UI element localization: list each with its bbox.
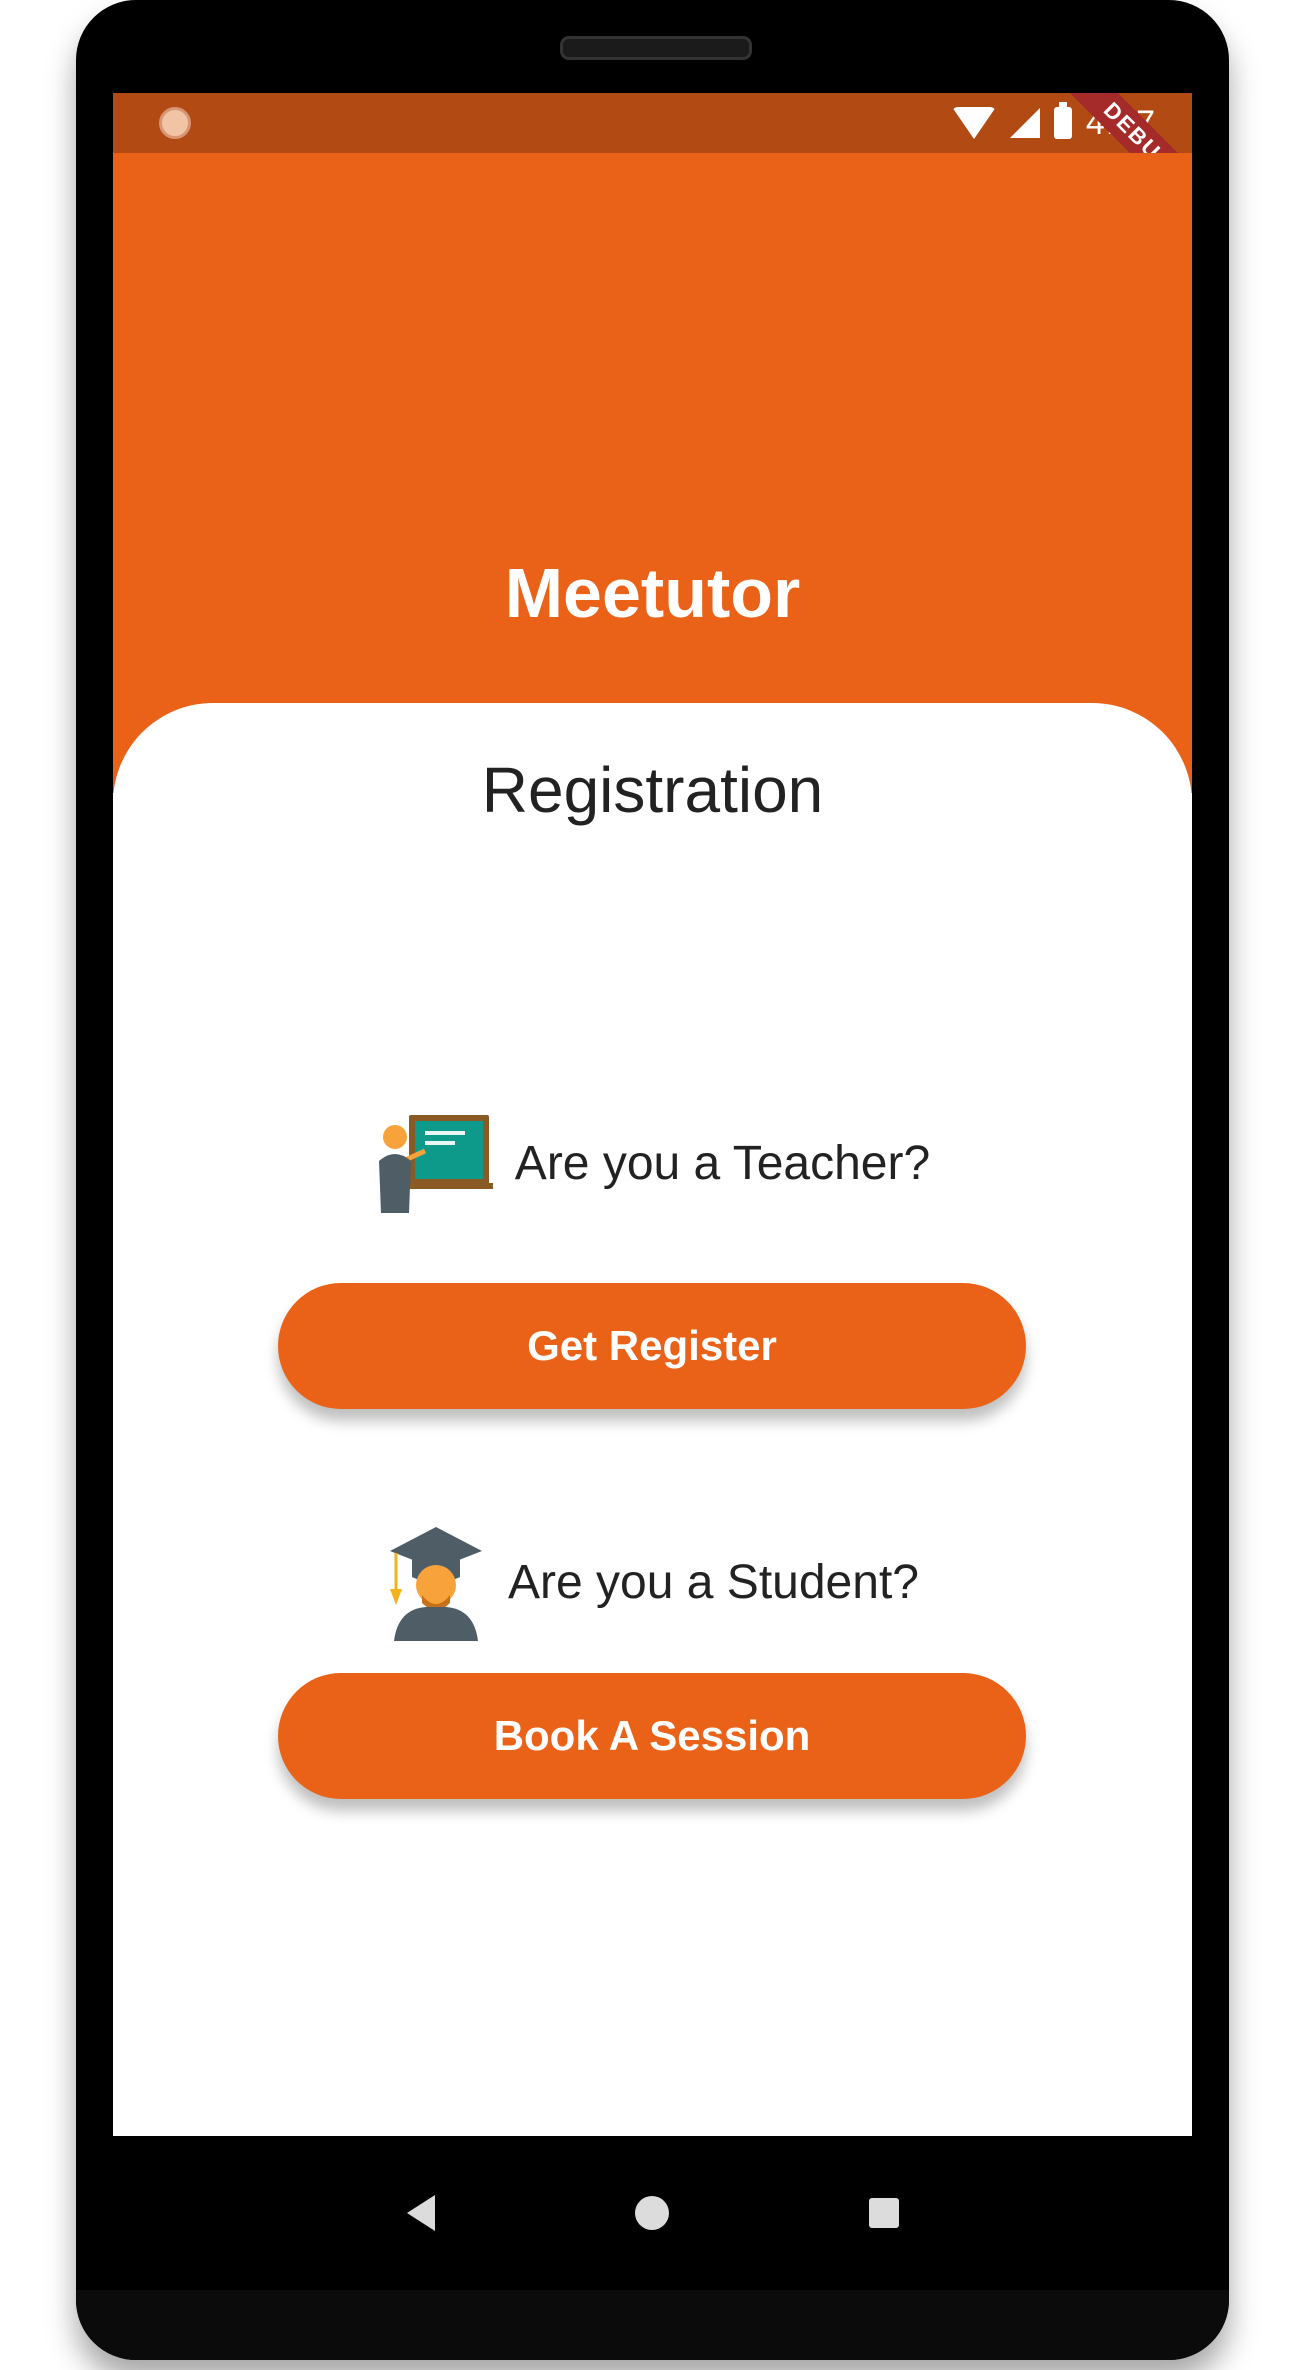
teacher-prompt: Are you a Teacher? — [514, 1136, 931, 1190]
student-row: Are you a Student? — [113, 1523, 1192, 1641]
teacher-row: Are you a Teacher? — [113, 1113, 1192, 1213]
wifi-icon — [951, 107, 996, 139]
home-icon[interactable] — [634, 2196, 669, 2230]
teacher-icon — [378, 1115, 493, 1213]
app-header: Meetutor — [113, 153, 1192, 793]
recents-icon[interactable] — [868, 2198, 899, 2228]
back-icon[interactable] — [406, 2195, 435, 2231]
status-bar: ✕ 4:17 DEBUG — [113, 93, 1192, 225]
get-register-button[interactable]: Get Register — [278, 1283, 1026, 1409]
screen: ✕ 4:17 DEBUG Meetutor Registration — [113, 93, 1192, 2136]
student-icon — [390, 1527, 483, 1641]
phone-chin — [76, 2290, 1229, 2360]
earpiece — [560, 36, 752, 60]
book-a-session-button[interactable]: Book A Session — [278, 1673, 1026, 1799]
battery-icon — [1053, 102, 1072, 139]
system-navigation-bar — [113, 2136, 1192, 2290]
notification-icon — [159, 107, 191, 139]
registration-title: Registration — [481, 754, 824, 826]
student-prompt: Are you a Student? — [508, 1555, 919, 1609]
phone-frame: ✕ 4:17 DEBUG Meetutor Registration — [76, 0, 1229, 2360]
signal-icon: ✕ — [1009, 108, 1040, 138]
app-title: Meetutor — [504, 554, 801, 632]
registration-card: Registration Are you a Teacher? Get Regi… — [113, 703, 1192, 2136]
